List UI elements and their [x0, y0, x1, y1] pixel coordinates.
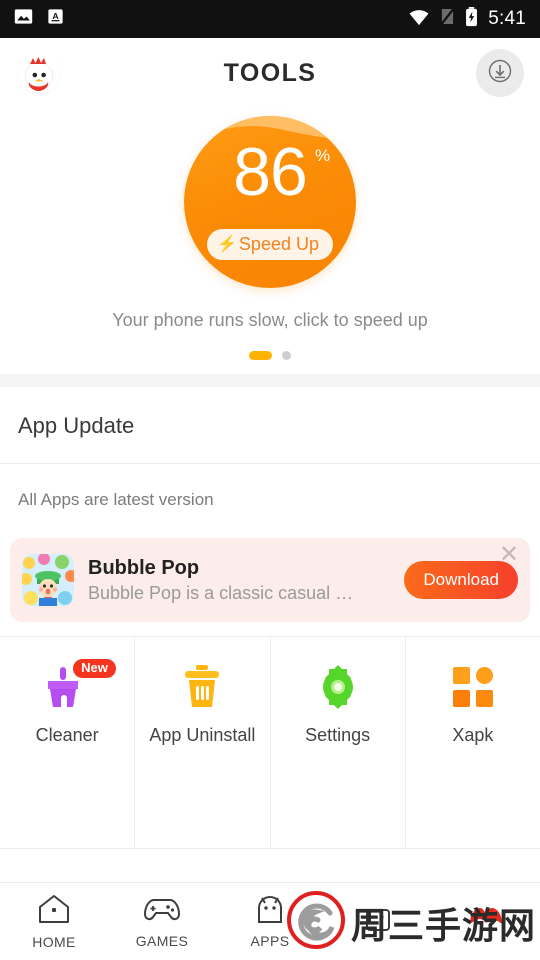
- page-title: TOOLS: [223, 58, 317, 87]
- image-icon: [14, 7, 33, 31]
- carousel-dot-2[interactable]: [282, 351, 291, 360]
- speed-up-button[interactable]: ⚡ Speed Up: [207, 229, 333, 260]
- bolt-icon: ⚡: [217, 235, 237, 253]
- download-circle-icon: [487, 58, 513, 89]
- ad-title: Bubble Pop: [88, 557, 200, 579]
- carousel-dots[interactable]: [0, 351, 540, 374]
- nav-label-games: GAMES: [135, 933, 189, 949]
- app-header: TOOLS: [0, 38, 540, 108]
- gamepad-icon: [143, 894, 181, 929]
- ad-text-block: Bubble Pop Bubble Pop is a classic casua…: [88, 556, 398, 604]
- tool-label-settings: Settings: [305, 725, 371, 745]
- battery-charging-icon: [465, 6, 478, 32]
- svg-text:A: A: [52, 11, 59, 21]
- gauge-percent-symbol: %: [315, 146, 331, 165]
- speed-up-label: Speed Up: [238, 234, 319, 254]
- tools-grid: New Cleaner App Uninstall Settings Xapk: [0, 636, 540, 849]
- nav-item-apps[interactable]: APPS: [216, 894, 324, 949]
- bubble-pop-app-icon: [22, 554, 74, 606]
- android-icon: [253, 894, 287, 929]
- tool-item-settings[interactable]: Settings: [269, 637, 405, 848]
- chicken-logo[interactable]: [16, 50, 62, 96]
- new-badge: New: [73, 659, 116, 678]
- signal-off-icon: [440, 7, 456, 31]
- carousel-dot-1[interactable]: [249, 351, 272, 360]
- download-manager-button[interactable]: [476, 49, 524, 97]
- status-bar-clock: 5:41: [488, 8, 526, 29]
- tool-item-app-uninstall[interactable]: App Uninstall: [134, 637, 269, 848]
- status-bar-right-icons: 5:41: [408, 6, 526, 32]
- a-text-icon: A: [47, 7, 64, 31]
- nav-item-5[interactable]: [432, 906, 540, 937]
- wifi-icon: [408, 8, 430, 31]
- broom-icon: New: [43, 659, 116, 711]
- nav-item-games[interactable]: GAMES: [108, 894, 216, 949]
- home-icon: [37, 894, 71, 930]
- ad-description: Bubble Pop is a classic casual bubble pu…: [88, 583, 363, 603]
- close-icon[interactable]: ✕: [496, 542, 522, 568]
- tool-item-xapk[interactable]: Xapk: [404, 637, 540, 848]
- grid-squares-icon: [452, 663, 494, 711]
- bottom-navigation: HOME GAMES APPS: [0, 882, 540, 960]
- trash-icon: [181, 663, 223, 711]
- robot-box-icon: [361, 902, 395, 937]
- section-separator: [0, 374, 540, 387]
- tool-label-xapk: Xapk: [452, 725, 494, 745]
- gear-icon: [315, 663, 361, 711]
- gauge-value: 86: [233, 134, 308, 210]
- ad-card[interactable]: Bubble Pop Bubble Pop is a classic casua…: [10, 538, 530, 622]
- status-bar: A 5:41: [0, 0, 540, 38]
- tool-item-cleaner[interactable]: New Cleaner: [0, 637, 134, 848]
- app-update-status: All Apps are latest version: [18, 490, 214, 509]
- status-bar-left-icons: A: [14, 7, 64, 31]
- gauge-container: 86 % ⚡ Speed Up: [0, 116, 540, 288]
- nav-item-home[interactable]: HOME: [0, 894, 108, 950]
- tool-label-cleaner: Cleaner: [35, 725, 99, 745]
- nav-label-apps: APPS: [250, 933, 290, 949]
- tool-label-app-uninstall: App Uninstall: [149, 725, 256, 745]
- gauge-caption: Your phone runs slow, click to speed up: [112, 310, 428, 330]
- nav-label-home: HOME: [32, 933, 76, 950]
- speed-gauge-section: 86 % ⚡ Speed Up Your phone runs slow, cl…: [0, 108, 540, 374]
- app-update-section: App Update All Apps are latest version: [0, 387, 540, 538]
- app-update-title: App Update: [18, 413, 135, 438]
- nav-item-4[interactable]: [324, 902, 432, 941]
- memory-gauge[interactable]: 86 % ⚡ Speed Up: [184, 116, 356, 288]
- red-mustache-icon: [468, 906, 504, 933]
